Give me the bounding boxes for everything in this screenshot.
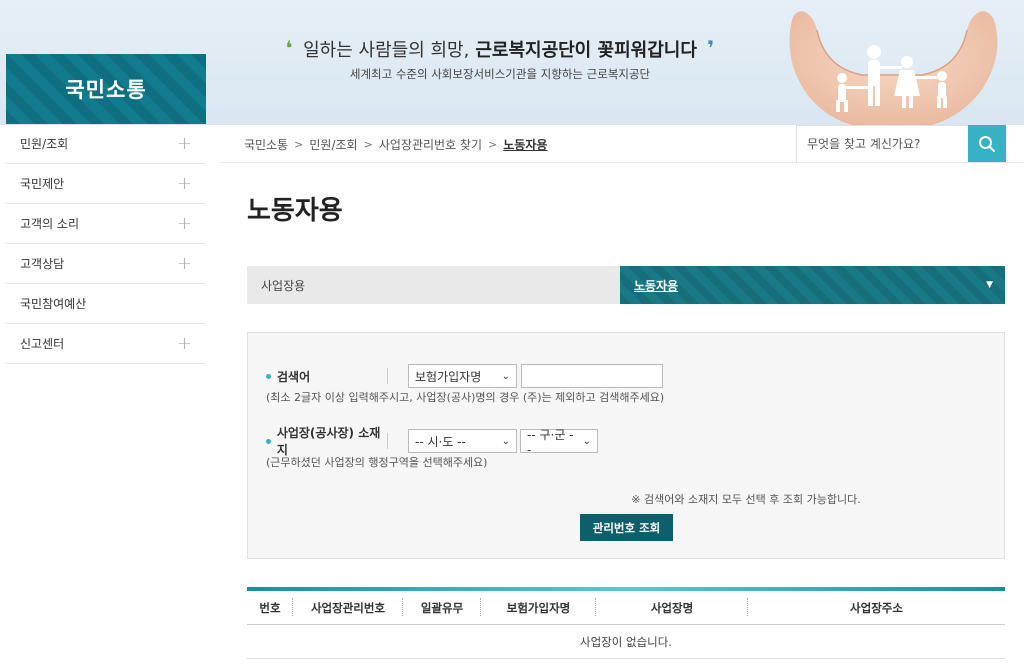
site-search	[796, 125, 1006, 163]
slogan-sub: 세계최고 수준의 사회보장서비스기관을 지향하는 근로복지공단	[349, 67, 651, 81]
open-quote-icon: ❛	[285, 36, 293, 60]
slogan-main: ❛ 일하는 사람들의 희망, 근로복지공단이 꽃피워갑니다 ❜	[230, 36, 770, 62]
sidebar-item-voice[interactable]: 고객의 소리 +	[6, 204, 206, 244]
breadcrumb: 국민소통 > 민원/조회 > 사업장관리번호 찾기 > 노동자용	[244, 136, 547, 153]
sido-select[interactable]: -- 시·도 -- ⌄	[408, 429, 517, 453]
location-label-text: 사업장(공사장) 소재지	[276, 426, 381, 457]
col-bulk: 일괄유무	[403, 597, 481, 616]
tab-business[interactable]: 사업장용	[247, 266, 620, 304]
hands-family-illustration	[789, 11, 998, 125]
sidebar-item-report[interactable]: 신고센터 +	[6, 324, 206, 364]
empty-row: 사업장이 없습니다.	[247, 625, 1005, 659]
close-quote-icon: ❜	[707, 36, 715, 60]
sido-value: -- 시·도 --	[415, 434, 466, 449]
chevron-down-icon: ⌄	[501, 435, 510, 447]
sidebar-item-label: 민원/조회	[20, 137, 69, 151]
plus-icon[interactable]: +	[177, 213, 192, 234]
tab-bar: 사업장용 노동자용 ▼	[247, 266, 1005, 304]
keyword-row: 검색어 보험가입자명 ⌄	[266, 364, 663, 388]
search-button[interactable]	[968, 125, 1006, 163]
breadcrumb-item-civil[interactable]: 민원/조회	[309, 136, 357, 153]
col-management-no: 사업장관리번호	[293, 597, 403, 616]
plus-icon[interactable]: +	[177, 133, 192, 154]
sidebar-item-label: 국민제안	[20, 177, 65, 191]
location-help: (근무하셨던 사업장의 행정구역을 선택해주세요)	[266, 456, 488, 469]
slogan-prefix: 일하는 사람들의 희망,	[303, 40, 470, 61]
keyword-input[interactable]	[521, 364, 663, 388]
sidebar-item-label: 국민참여예산	[20, 297, 87, 311]
brand-title: 국민소통	[65, 78, 147, 102]
plus-icon[interactable]: +	[177, 253, 192, 274]
sidebar-item-label: 신고센터	[20, 337, 65, 351]
plus-icon[interactable]: +	[177, 173, 192, 194]
slogan-strong: 근로복지공단이 꽃피워갑니다	[475, 40, 697, 61]
search-notice: ※ 검색어와 소재지 모두 선택 후 조회 가능합니다.	[631, 493, 861, 506]
col-business-name: 사업장명	[596, 597, 748, 616]
chevron-right-icon: >	[363, 138, 373, 151]
query-button[interactable]: 관리번호 조회	[580, 514, 673, 541]
sidebar-item-budget[interactable]: 국민참여예산	[6, 284, 206, 324]
sidebar-item-civil[interactable]: 민원/조회 +	[6, 124, 206, 164]
chevron-down-icon: ⌄	[582, 435, 591, 447]
keyword-type-select[interactable]: 보험가입자명 ⌄	[408, 364, 517, 388]
breadcrumb-current[interactable]: 노동자용	[503, 136, 547, 153]
col-business-address: 사업장주소	[850, 600, 903, 615]
gugun-select[interactable]: -- 구·군 -- ⌄	[520, 428, 598, 457]
tab-worker[interactable]: 노동자용 ▼	[620, 266, 1005, 304]
keyword-label: 검색어	[266, 368, 388, 384]
slogan: ❛ 일하는 사람들의 희망, 근로복지공단이 꽃피워갑니다 ❜ 세계최고 수준의…	[230, 36, 770, 82]
sidebar-item-consult[interactable]: 고객상담 +	[6, 244, 206, 284]
plus-icon[interactable]: +	[177, 333, 192, 354]
search-form: 검색어 보험가입자명 ⌄ (최소 2글자 이상 입력해주시고, 사업장(공사)명…	[247, 332, 1005, 559]
chevron-right-icon: >	[488, 138, 498, 151]
tab-label: 노동자용	[634, 278, 679, 293]
gugun-value: -- 구·군 --	[527, 427, 574, 457]
keyword-help: (최소 2글자 이상 입력해주시고, 사업장(공사)명의 경우 (주)는 제외하…	[266, 391, 665, 404]
chevron-down-icon: ⌄	[501, 370, 510, 382]
keyword-label-text: 검색어	[277, 369, 311, 384]
breadcrumb-item-search[interactable]: 사업장관리번호 찾기	[379, 136, 482, 153]
breadcrumb-item-home[interactable]: 국민소통	[244, 136, 288, 153]
chevron-right-icon: >	[294, 138, 304, 151]
location-label: 사업장(공사장) 소재지	[266, 426, 388, 457]
tab-label: 사업장용	[261, 278, 306, 293]
sidebar: 민원/조회 + 국민제안 + 고객의 소리 + 고객상담 + 국민참여예산 신고…	[6, 124, 206, 364]
col-insured-name: 보험가입자명	[481, 597, 596, 616]
bullet-icon	[266, 373, 271, 379]
caret-down-icon[interactable]: ▼	[986, 280, 993, 290]
sidebar-item-label: 고객상담	[20, 257, 65, 271]
search-icon	[979, 136, 995, 152]
keyword-type-value: 보험가입자명	[415, 369, 482, 384]
page-title: 노동자용	[247, 196, 343, 226]
table-header: 번호 사업장관리번호 일괄유무 보험가입자명 사업장명 사업장주소	[247, 591, 1005, 625]
sidebar-item-label: 고객의 소리	[20, 217, 80, 231]
bullet-icon	[266, 438, 271, 444]
col-number: 번호	[247, 597, 293, 616]
location-row: 사업장(공사장) 소재지 -- 시·도 -- ⌄ -- 구·군 -- ⌄	[266, 426, 598, 457]
breadcrumb-divider	[220, 162, 1024, 163]
brand-box[interactable]: 국민소통	[6, 54, 206, 124]
search-input[interactable]	[797, 126, 969, 162]
sidebar-item-proposal[interactable]: 국민제안 +	[6, 164, 206, 204]
